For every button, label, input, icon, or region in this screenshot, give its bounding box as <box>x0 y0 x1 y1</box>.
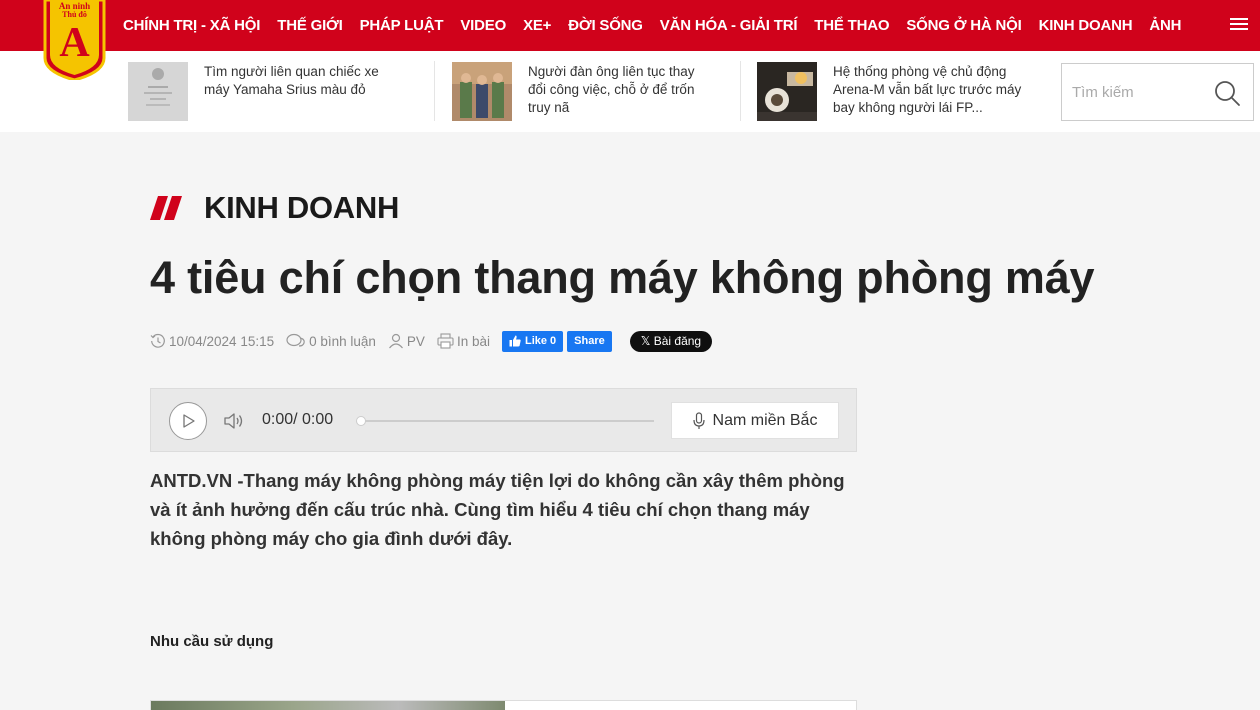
thumbs-up-icon <box>509 335 521 347</box>
article-photo[interactable] <box>151 701 505 710</box>
divider <box>434 61 435 121</box>
facebook-buttons: Like 0 Share <box>501 330 612 352</box>
article-meta: 10/04/2024 15:15 0 bình luận PV In bài L… <box>150 330 713 352</box>
nav-item-van-hoa-giai-tri[interactable]: VĂN HÓA - GIẢI TRÍ <box>660 17 798 34</box>
play-icon <box>183 414 195 428</box>
trending-news-bar: Tìm người liên quan chiếc xe máy Yamaha … <box>0 51 1260 132</box>
news-item[interactable]: Hệ thống phòng vệ chủ động Arena-M vẫn b… <box>757 61 1047 121</box>
category-label[interactable]: KINH DOANH <box>204 190 399 226</box>
top-nav: CHÍNH TRỊ - XÃ HỘI THẾ GIỚI PHÁP LUẬT VI… <box>0 0 1260 51</box>
article-lead: ANTD.VN -Thang máy không phòng máy tiện … <box>150 470 845 549</box>
voice-label[interactable]: Nam miền Bắc <box>713 412 818 430</box>
x-post-button[interactable]: 𝕏 Bài đăng <box>629 330 713 352</box>
print-label[interactable]: In bài <box>457 334 490 349</box>
logo-letter: A <box>59 20 90 66</box>
news-item[interactable]: Tìm người liên quan chiếc xe máy Yamaha … <box>128 61 418 121</box>
news-title[interactable]: Người đàn ông liên tục thay đổi công việ… <box>528 63 713 117</box>
logo-line2: Thủ đô <box>62 10 87 19</box>
comment-count[interactable]: 0 bình luận <box>286 333 376 349</box>
news-title[interactable]: Tìm người liên quan chiếc xe máy Yamaha … <box>204 63 399 99</box>
category-slash-icon <box>150 196 182 220</box>
facebook-like-button[interactable]: Like 0 <box>501 330 564 352</box>
divider <box>740 61 741 121</box>
nav-item-xe[interactable]: XE+ <box>523 17 551 34</box>
audio-time: 0:00/ 0:00 <box>262 411 334 428</box>
comment-icon <box>286 333 305 347</box>
news-thumbnail[interactable] <box>128 62 188 121</box>
nav-item-video[interactable]: VIDEO <box>460 17 506 34</box>
facebook-share-button[interactable]: Share <box>567 330 612 352</box>
nav-item-song-o-ha-noi[interactable]: SỐNG Ở HÀ NỘI <box>906 17 1021 34</box>
hamburger-menu-icon[interactable] <box>1230 15 1248 35</box>
nav-item-the-gioi[interactable]: THẾ GIỚI <box>277 17 343 34</box>
nav-item-kinh-doanh[interactable]: KINH DOANH <box>1039 17 1133 34</box>
news-title[interactable]: Hệ thống phòng vệ chủ động Arena-M vẫn b… <box>833 63 1028 117</box>
article-subheading: Nhu cầu sử dụng <box>150 633 274 650</box>
datetime-text: 10/04/2024 15:15 <box>169 333 275 349</box>
microphone-icon <box>692 411 705 429</box>
nav-item-anh[interactable]: ẢNH <box>1149 17 1181 34</box>
play-button[interactable] <box>169 402 207 440</box>
seek-handle[interactable] <box>356 416 366 426</box>
comment-count-text[interactable]: 0 bình luận <box>309 334 376 349</box>
article-image[interactable] <box>150 700 857 710</box>
news-thumbnail[interactable] <box>452 62 512 121</box>
search-box <box>1061 63 1254 121</box>
article-title: 4 tiêu chí chọn thang máy không phòng má… <box>150 252 1095 303</box>
voice-select-button[interactable]: Nam miền Bắc <box>671 402 839 439</box>
nav-item-phap-luat[interactable]: PHÁP LUẬT <box>360 17 444 34</box>
author: PV <box>388 333 425 349</box>
search-icon[interactable] <box>1213 79 1241 107</box>
nav-item-chinh-tri-xa-hoi[interactable]: CHÍNH TRỊ - XÃ HỘI <box>123 17 260 34</box>
user-icon <box>388 333 403 349</box>
facebook-like-label[interactable]: Like 0 <box>525 335 556 347</box>
site-logo[interactable]: An ninh Thủ đô A <box>43 0 106 80</box>
news-thumbnail[interactable] <box>757 62 817 121</box>
news-item[interactable]: Người đàn ông liên tục thay đổi công việ… <box>452 61 732 121</box>
printer-icon <box>437 333 454 349</box>
audio-seek-bar[interactable] <box>356 416 654 426</box>
search-input[interactable] <box>1072 80 1202 104</box>
nav-item-the-thao[interactable]: THỂ THAO <box>814 17 889 34</box>
print-button[interactable]: In bài <box>437 333 490 349</box>
nav-item-doi-song[interactable]: ĐỜI SỐNG <box>568 17 643 34</box>
history-clock-icon <box>150 333 165 348</box>
publish-datetime: 10/04/2024 15:15 <box>150 333 274 349</box>
author-name: PV <box>406 333 425 349</box>
audio-player: 0:00/ 0:00 Nam miền Bắc <box>150 388 857 452</box>
volume-icon[interactable] <box>223 410 245 432</box>
category-heading: KINH DOANH <box>150 190 399 226</box>
nav-menu: CHÍNH TRỊ - XÃ HỘI THẾ GIỚI PHÁP LUẬT VI… <box>123 0 1182 51</box>
